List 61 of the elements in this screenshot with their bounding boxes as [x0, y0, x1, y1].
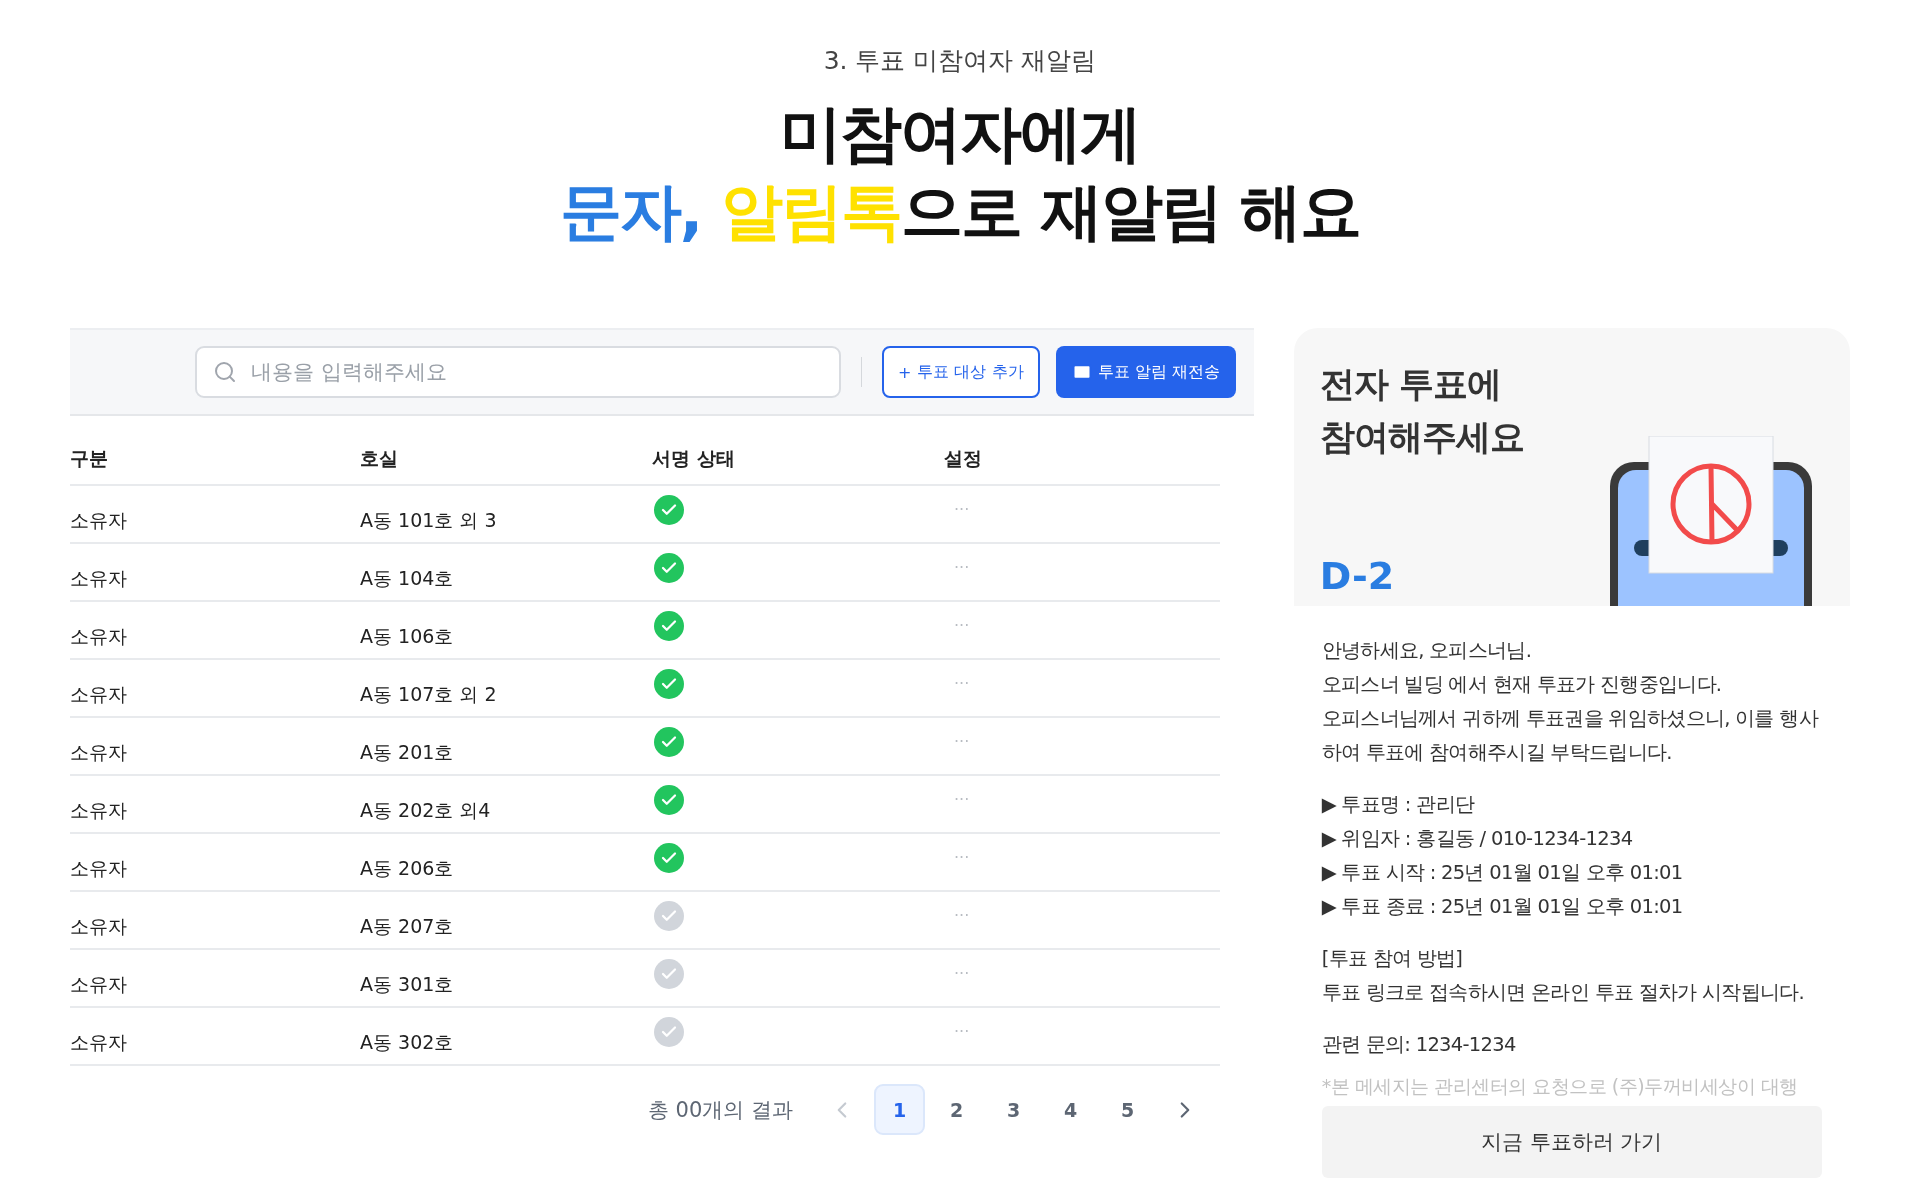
more-button[interactable]: ··· [954, 615, 1220, 635]
more-button[interactable]: ··· [954, 789, 1220, 809]
message-text: ▶ 위임자 : 홍길동 / 010-1234-1234 [1321, 826, 1634, 852]
table-cell-text: A동 104호 [360, 566, 455, 591]
message-text: ▶ 투표명 : 관리단 [1321, 792, 1476, 818]
headline: 문자, 알림톡으로 재알림 해요 [559, 173, 1361, 250]
table-cell-text: A동 207호 [360, 914, 455, 939]
d-day: D-2 [1319, 554, 1524, 598]
page-button[interactable]: 1 [874, 1084, 925, 1135]
card-title: 전자 투표에 참여해주세요 [1319, 363, 1524, 459]
table-cell-text: 소유자 [70, 798, 128, 823]
page-button[interactable]: 2 [931, 1084, 982, 1135]
message-text: 투표 링크로 접속하시면 온라인 투표 절차가 시작됩니다. [1321, 980, 1806, 1006]
headline: 미참여자에게 [779, 96, 1141, 172]
table-cell-text: A동 106호 [360, 624, 455, 649]
more-button[interactable]: ··· [954, 557, 1220, 577]
message-text: 오피스너님께서 귀하께 투표권을 위임하셨으니, 이를 행사하여 투표에 참여해주시길 부탁드립니다. [1321, 706, 1820, 766]
column-header: 서명 상태 [652, 446, 736, 471]
more-button[interactable]: ··· [954, 847, 1220, 867]
result-count: 총 00개의 결과 [647, 1096, 793, 1124]
message-text: 관련 문의: 1234-1234 [1321, 1032, 1517, 1058]
table-cell-text: A동 302호 [360, 1030, 455, 1055]
footnote-text: *본 메세지는 관리센터의 요청으로 (주)두꺼비세상이 대행 [1321, 1074, 1799, 1099]
table-cell-text: A동 101호 외 3 [360, 508, 498, 533]
search-icon [213, 360, 237, 384]
table-cell-text: 소유자 [70, 856, 128, 881]
column-header: 설정 [944, 446, 983, 471]
column-header: 호실 [360, 446, 399, 471]
table-cell-text: 소유자 [70, 682, 128, 707]
message-text: [투표 참여 방법] [1321, 946, 1464, 972]
page-button[interactable]: 4 [1045, 1084, 1096, 1135]
table-cell-text: A동 202호 외4 [360, 798, 492, 823]
page-button[interactable]: 3 [988, 1084, 1039, 1135]
table-cell-text: A동 107호 외 2 [360, 682, 498, 707]
table-cell-text: 소유자 [70, 740, 128, 765]
search-field[interactable]: 내용을 입력해주세요 [195, 346, 841, 398]
page-button[interactable]: 5 [1102, 1084, 1153, 1135]
section-label: 3. 투표 미참여자 재알림 [823, 45, 1097, 77]
more-button[interactable]: ··· [954, 731, 1220, 751]
column-header: 구분 [70, 446, 109, 471]
message-text: ▶ 투표 시작 : 25년 01월 01일 오후 01:01 [1321, 860, 1684, 886]
more-button[interactable]: ··· [954, 673, 1220, 693]
vote-now-button[interactable]: 지금 투표하러 가기 [1321, 1106, 1822, 1178]
more-button[interactable]: ··· [954, 499, 1220, 519]
more-button[interactable]: ··· [954, 905, 1220, 925]
table-cell-text: 소유자 [70, 972, 128, 997]
more-button[interactable]: ··· [954, 963, 1220, 983]
resend-button[interactable]: 투표 알림 재전송 [1055, 346, 1236, 398]
more-button[interactable]: ··· [954, 1021, 1220, 1041]
table-cell-text: 소유자 [70, 508, 128, 533]
message-text: 오피스너 빌딩 에서 현재 투표가 진행중입니다. [1321, 672, 1723, 698]
table-cell-text: A동 201호 [360, 740, 455, 765]
message-text: ▶ 투표 종료 : 25년 01월 01일 오후 01:01 [1321, 894, 1684, 920]
message-text: 안녕하세요, 오피스너님. [1321, 638, 1533, 664]
table-cell-text: 소유자 [70, 1030, 128, 1055]
table-cell-text: 소유자 [70, 624, 128, 649]
table-cell-text: A동 301호 [360, 972, 455, 997]
table-cell-text: 소유자 [70, 914, 128, 939]
table-cell-text: A동 206호 [360, 856, 455, 881]
add-target-button[interactable]: + 투표 대상 추가 [882, 346, 1040, 398]
table-cell-text: 소유자 [70, 566, 128, 591]
